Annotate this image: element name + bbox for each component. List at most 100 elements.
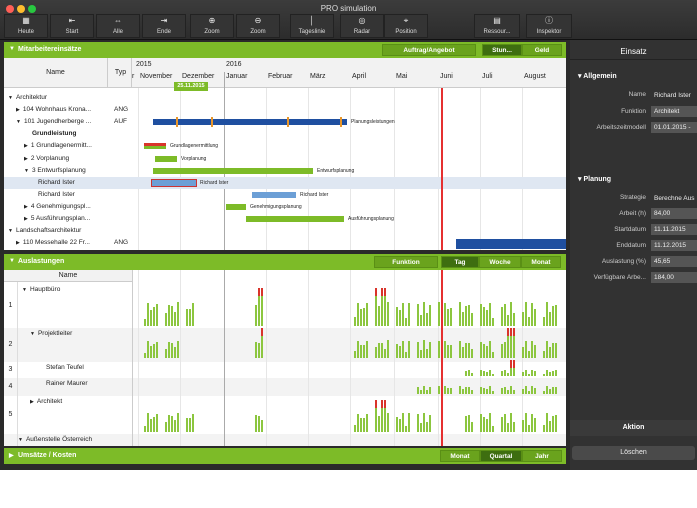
load-row[interactable]: Rainer Maurer <box>46 380 88 387</box>
loeschen-button[interactable]: Löschen <box>572 446 695 460</box>
load-bar <box>147 413 150 432</box>
toolbar-button-alle[interactable]: ⇔ Alle <box>96 14 140 38</box>
disclosure-down-icon[interactable]: ▼ <box>30 331 35 337</box>
disclosure-right-icon[interactable]: ▶ <box>9 452 14 459</box>
gantt-bar[interactable] <box>456 239 566 250</box>
load-bar <box>447 388 450 394</box>
woche-button[interactable]: Woche <box>479 256 521 268</box>
disclosure-right-icon[interactable]: ▶ <box>16 240 20 246</box>
load-row[interactable]: ▼ Außenstelle Österreich <box>18 436 92 443</box>
typ-column-header[interactable]: Typ <box>110 58 132 88</box>
quartal-button[interactable]: Quartal <box>480 450 522 462</box>
gantt-row[interactable]: Richard Ister <box>38 177 75 189</box>
toolbar-button-position[interactable]: ⌖ Position <box>384 14 428 38</box>
disclosure-down-icon[interactable]: ▼ <box>18 437 23 443</box>
toolbar-button-start[interactable]: ⇤ Start <box>50 14 94 38</box>
disclosure-down-icon[interactable]: ▼ <box>16 119 21 125</box>
toolbar-button-zoom[interactable]: ⊖ Zoom <box>236 14 280 38</box>
gantt-bar[interactable] <box>151 178 197 187</box>
milestone-marker[interactable] <box>340 117 342 128</box>
load-bar <box>150 346 153 358</box>
startdatum-field[interactable]: 11.11.2015 <box>651 224 697 235</box>
gantt-bar[interactable] <box>226 203 246 210</box>
disclosure-right-icon[interactable]: ▶ <box>24 204 28 210</box>
disclosure-down-icon[interactable]: ▼ <box>8 95 13 101</box>
gantt-row[interactable]: ▶ 4 Genehmigungspl... <box>24 201 91 213</box>
toolbar-button-inspektor[interactable]: ⓘ Inspektor <box>526 14 572 38</box>
toolbar-button-ressour[interactable]: ▤ Ressour... <box>474 14 520 38</box>
disclosure-right-icon[interactable]: ▶ <box>24 216 28 222</box>
load-bar <box>171 305 174 326</box>
gantt-bar[interactable] <box>144 143 166 150</box>
gantt-row[interactable]: ▶ 104 Wohnhaus Krona... <box>16 104 91 116</box>
disclosure-down-icon[interactable]: ▼ <box>22 287 27 293</box>
row-name: Grundleistung <box>32 130 77 138</box>
toolbar-button-radar[interactable]: ◎ Radar <box>340 14 384 38</box>
gantt-bar[interactable] <box>155 155 177 162</box>
gantt-bar[interactable] <box>153 119 347 126</box>
name-column-header[interactable]: Name <box>4 270 132 282</box>
gantt-bar[interactable] <box>153 167 313 174</box>
auslastungen-header[interactable]: ▼ Auslastungen Funktion Tag Woche Monat <box>4 254 566 270</box>
planung-section[interactable]: ▾ Planung <box>578 175 611 183</box>
disclosure-right-icon[interactable]: ▶ <box>30 399 34 405</box>
gantt-row[interactable]: ▶ 5 Ausführungsplan... <box>24 213 90 225</box>
stunden-button[interactable]: Stun... <box>482 44 522 56</box>
gantt-bar[interactable] <box>252 191 296 198</box>
gantt-bar[interactable] <box>246 216 344 222</box>
disclosure-down-icon[interactable]: ▼ <box>9 46 15 52</box>
gantt-row[interactable]: ▶ 110 Messehalle 22 Fr... <box>16 237 90 249</box>
auftrag-angebot-button[interactable]: Auftrag/Angebot <box>382 44 476 56</box>
toolbar-button-ende[interactable]: ⇥ Ende <box>142 14 186 38</box>
disclosure-right-icon[interactable]: ▶ <box>24 143 28 149</box>
milestone-marker[interactable] <box>287 117 289 128</box>
gantt-row[interactable]: ▼ 101 Jugendherberge ... <box>16 116 91 128</box>
gantt-row[interactable]: ▼ Landschaftsarchitektur <box>8 225 81 237</box>
milestone-marker[interactable] <box>211 117 213 128</box>
umsaetze-header[interactable]: ▶ Umsätze / Kosten Monat Quartal Jahr <box>4 448 566 464</box>
toolbar-button-tageslinie[interactable]: │ Tageslinie <box>290 14 334 38</box>
auslastung-field[interactable]: 45,65 <box>651 256 697 267</box>
geld-button[interactable]: Geld <box>522 44 562 56</box>
jahr-button[interactable]: Jahr <box>522 450 562 462</box>
zoom-out-icon: ⊖ <box>254 16 262 25</box>
strategie-select[interactable]: Berechne Aus <box>651 193 697 204</box>
monat-button[interactable]: Monat <box>440 450 480 462</box>
disclosure-right-icon[interactable]: ▶ <box>24 156 28 162</box>
gantt-row[interactable]: Grundleistung <box>32 128 76 140</box>
start-icon: ⇤ <box>68 16 76 25</box>
load-row[interactable]: ▼ Hauptbüro <box>22 286 60 293</box>
funktion-field[interactable]: Architekt <box>651 106 697 117</box>
load-bar <box>534 418 537 432</box>
arbeit-field[interactable]: 84,00 <box>651 208 697 219</box>
disclosure-right-icon[interactable]: ▶ <box>16 107 20 113</box>
verfuegbare-arbeit-field[interactable]: 184,00 <box>651 272 697 283</box>
gantt-row[interactable]: ▶ 1 Grundlagenermitt... <box>24 140 92 152</box>
gantt-row[interactable]: Richard Ister <box>38 189 75 201</box>
gantt-row[interactable]: ▶ 2 Vorplanung <box>24 153 69 165</box>
name-value[interactable]: Richard Ister <box>651 90 697 101</box>
mitarbeitereinsaetze-header[interactable]: ▼ Mitarbeitereinsätze Auftrag/Angebot St… <box>4 42 566 58</box>
funktion-button[interactable]: Funktion <box>374 256 438 268</box>
gantt-row[interactable]: ▼ Architektur <box>8 92 47 104</box>
toolbar-button-zoom[interactable]: ⊕ Zoom <box>190 14 234 38</box>
toolbar-button-heute[interactable]: ▦ Heute <box>4 14 48 38</box>
disclosure-down-icon[interactable]: ▼ <box>24 168 29 174</box>
selected-row-highlight <box>4 176 566 189</box>
load-row[interactable]: Stefan Teufel <box>46 364 84 371</box>
arbeitszeitmodell-field[interactable]: 01.01.2015 - <box>651 122 697 133</box>
gantt-row[interactable]: ▼ 3 Entwurfsplanung <box>24 165 86 177</box>
monat-button[interactable]: Monat <box>521 256 561 268</box>
load-bar <box>150 419 153 432</box>
allgemein-section[interactable]: ▾ Allgemein <box>578 72 617 80</box>
name-column-header[interactable]: Name <box>4 58 108 88</box>
load-bar <box>153 307 156 326</box>
disclosure-down-icon[interactable]: ▼ <box>8 228 13 234</box>
load-row[interactable]: ▼ Projektleiter <box>30 330 72 337</box>
load-row[interactable]: ▶ Architekt <box>30 398 62 405</box>
load-bar <box>426 421 429 432</box>
tag-button[interactable]: Tag <box>441 256 479 268</box>
milestone-marker[interactable] <box>176 117 178 128</box>
disclosure-down-icon[interactable]: ▼ <box>9 258 15 264</box>
enddatum-field[interactable]: 11.12.2015 <box>651 240 697 251</box>
